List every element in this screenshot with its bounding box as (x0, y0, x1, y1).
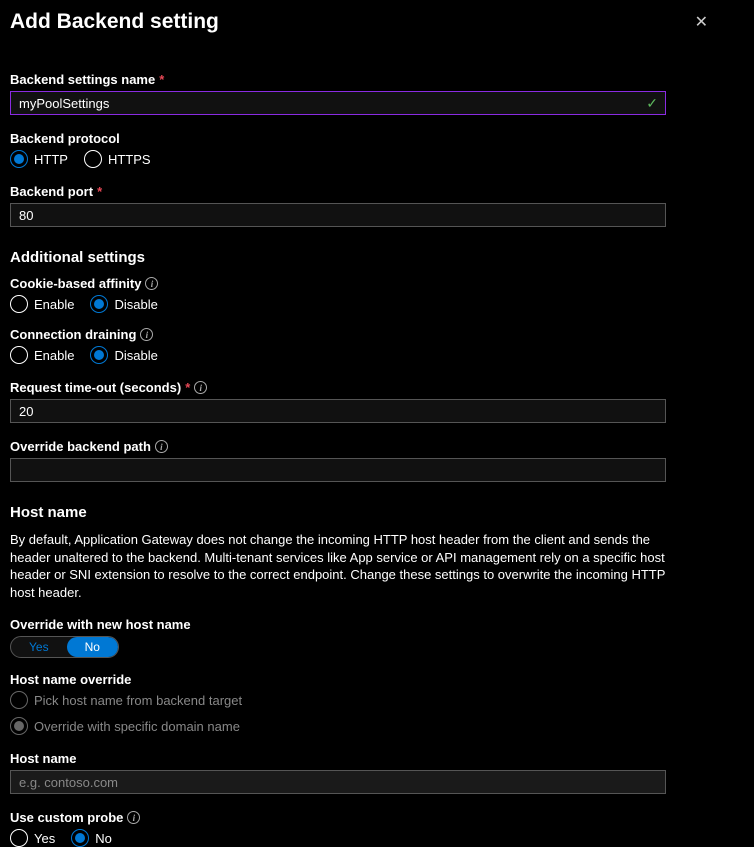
host-description: By default, Application Gateway does not… (10, 531, 680, 601)
drain-disable-radio[interactable]: Disable (90, 346, 157, 364)
additional-heading: Additional settings (10, 249, 714, 266)
name-input[interactable] (10, 91, 666, 115)
host-override-domain-radio: Override with specific domain name (10, 717, 240, 735)
probe-label: Use custom probe i (10, 810, 714, 825)
timeout-label: Request time-out (seconds)* i (10, 380, 714, 395)
probe-no-radio[interactable]: No (71, 829, 112, 847)
host-override-pick-radio: Pick host name from backend target (10, 691, 242, 709)
protocol-https-radio[interactable]: HTTPS (84, 150, 151, 168)
host-heading: Host name (10, 504, 714, 521)
override-path-input[interactable] (10, 458, 666, 482)
page-title: Add Backend setting (10, 10, 219, 34)
host-override-label: Host name override (10, 672, 714, 687)
check-icon: ✓ (646, 95, 658, 112)
cookie-disable-radio[interactable]: Disable (90, 295, 157, 313)
info-icon[interactable]: i (194, 381, 207, 394)
info-icon[interactable]: i (155, 440, 168, 453)
override-host-yes[interactable]: Yes (11, 637, 67, 657)
port-input[interactable] (10, 203, 666, 227)
close-icon[interactable]: ✕ (689, 10, 714, 34)
override-host-label: Override with new host name (10, 617, 714, 632)
info-icon[interactable]: i (145, 277, 158, 290)
protocol-label: Backend protocol (10, 131, 714, 146)
timeout-input[interactable] (10, 399, 666, 423)
info-icon[interactable]: i (140, 328, 153, 341)
cookie-label: Cookie-based affinity i (10, 276, 714, 291)
probe-yes-radio[interactable]: Yes (10, 829, 55, 847)
override-host-no[interactable]: No (67, 637, 118, 657)
hostname-label: Host name (10, 751, 714, 766)
hostname-input (10, 770, 666, 794)
name-label: Backend settings name* (10, 72, 714, 87)
override-path-label: Override backend path i (10, 439, 714, 454)
protocol-http-radio[interactable]: HTTP (10, 150, 68, 168)
override-host-toggle[interactable]: Yes No (10, 636, 119, 658)
cookie-enable-radio[interactable]: Enable (10, 295, 74, 313)
info-icon[interactable]: i (127, 811, 140, 824)
drain-label: Connection draining i (10, 327, 714, 342)
drain-enable-radio[interactable]: Enable (10, 346, 74, 364)
port-label: Backend port* (10, 184, 714, 199)
